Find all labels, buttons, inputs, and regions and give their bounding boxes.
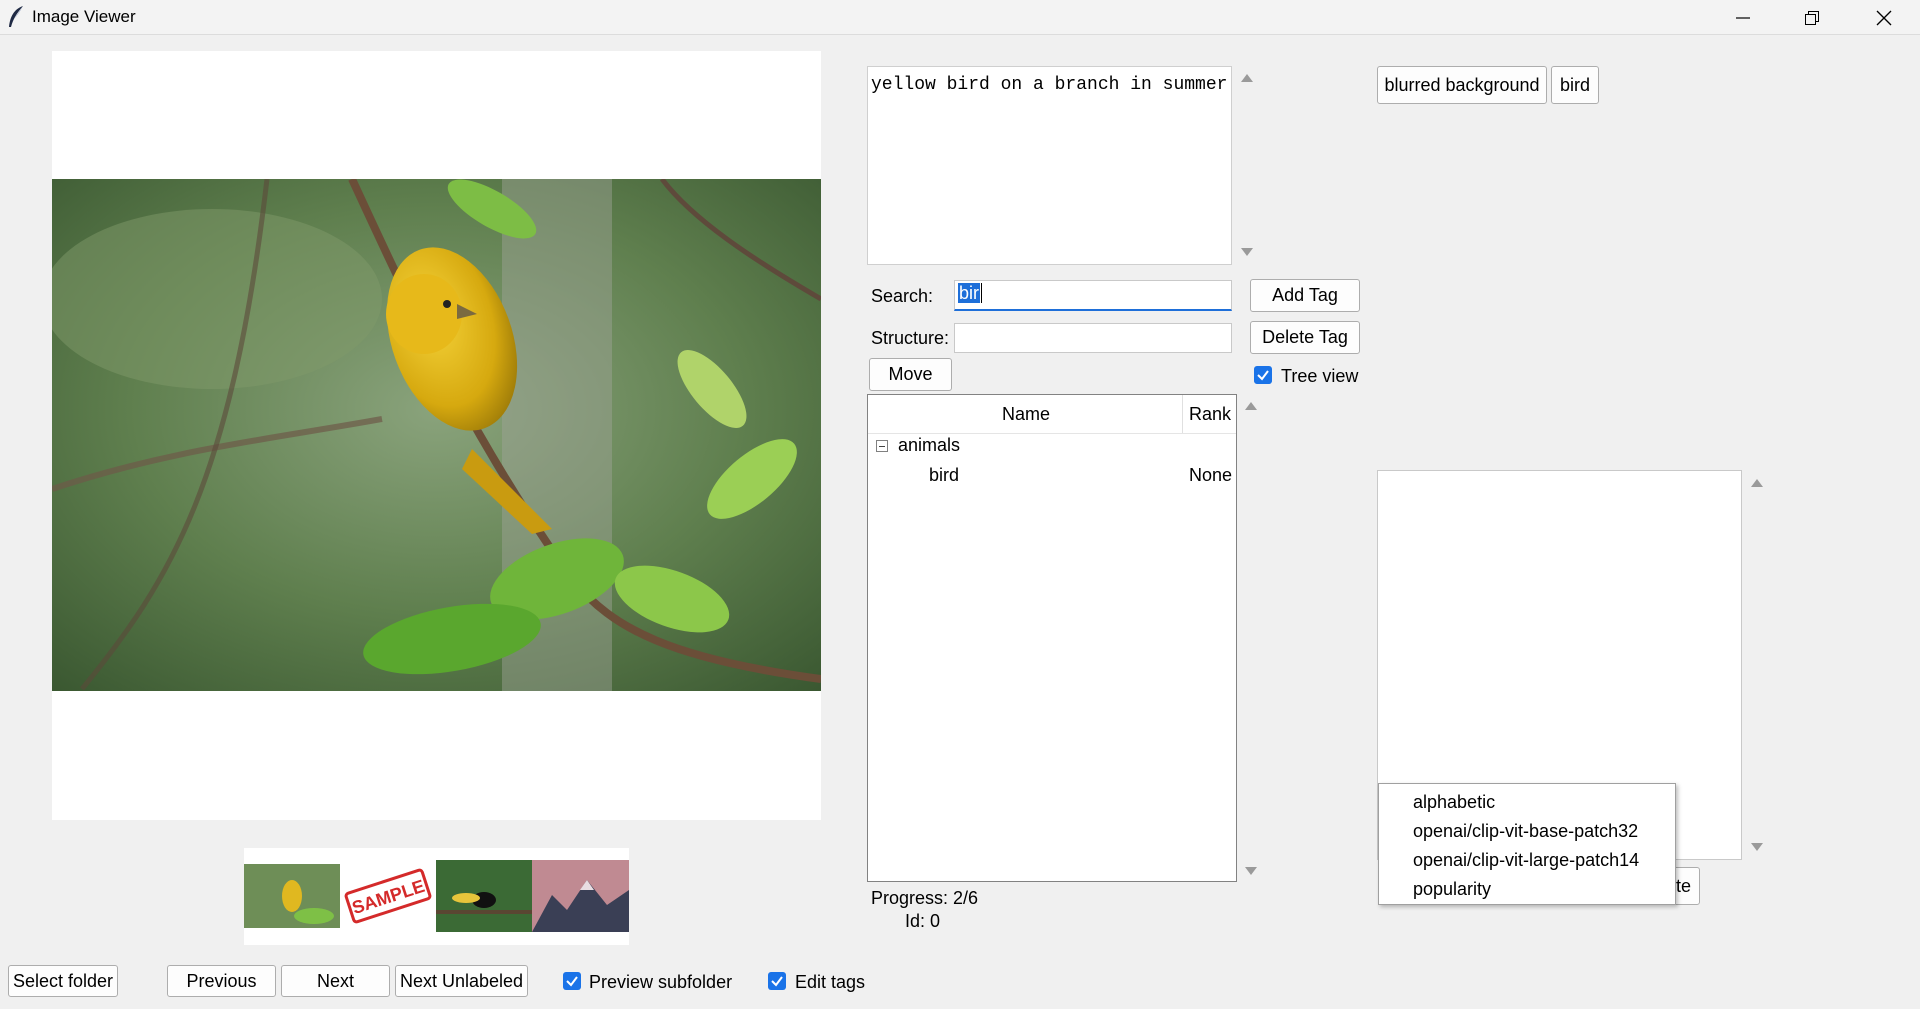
edit-tags-label: Edit tags (795, 972, 866, 992)
structure-label: Structure: (871, 328, 950, 348)
dropdown-item-clip-base[interactable]: openai/clip-vit-base-patch32 (1413, 821, 1638, 842)
tree-view-checkbox[interactable] (1254, 366, 1272, 384)
search-input-value: bir (958, 283, 981, 303)
column-header-name[interactable]: Name (1002, 404, 1050, 425)
thumbnail-strip: SAMPLE (244, 848, 629, 945)
tree-view-label: Tree view (1281, 366, 1359, 386)
search-input[interactable]: bir (954, 280, 1232, 311)
preview-subfolder-checkbox[interactable] (563, 972, 581, 990)
delete-tag-button[interactable]: Delete Tag (1250, 321, 1360, 354)
tag-tree[interactable]: Name Rank animals bird None (867, 394, 1237, 882)
id-text: Id: 0 (905, 911, 941, 931)
description-textarea[interactable]: yellow bird on a branch in summer (867, 66, 1232, 265)
tree-row-animals[interactable]: animals (898, 435, 960, 456)
tree-row-bird[interactable]: bird (929, 465, 959, 486)
edit-tags-checkbox[interactable] (768, 972, 786, 990)
hidden-button-label: te (1675, 875, 1691, 896)
column-header-rank[interactable]: Rank (1189, 404, 1231, 425)
suggest-scroll-up-icon[interactable] (1751, 479, 1763, 487)
sort-dropdown-menu[interactable]: alphabetic openai/clip-vit-base-patch32 … (1378, 783, 1676, 905)
structure-input[interactable] (954, 323, 1232, 353)
add-tag-button[interactable]: Add Tag (1250, 279, 1360, 312)
mountains-thumbnail[interactable] (532, 860, 629, 932)
scroll-down-icon[interactable] (1241, 248, 1253, 256)
feather-icon (6, 5, 28, 29)
previous-button[interactable]: Previous (167, 965, 276, 997)
dropdown-item-popularity[interactable]: popularity (1413, 879, 1491, 900)
suggest-scroll-down-icon[interactable] (1751, 843, 1763, 851)
search-label: Search: (871, 286, 934, 306)
preview-subfolder-label: Preview subfolder (589, 972, 733, 992)
window-title: Image Viewer (32, 7, 136, 26)
image-preview (52, 51, 821, 820)
tree-scroll-up-icon[interactable] (1245, 402, 1257, 410)
close-icon[interactable] (1850, 0, 1918, 35)
yellow-bird-thumbnail[interactable] (244, 864, 340, 928)
scroll-up-icon[interactable] (1241, 74, 1253, 82)
progress-text: Progress: 2/6 (871, 888, 979, 908)
toucan-thumbnail[interactable] (436, 860, 532, 932)
restore-icon[interactable] (1778, 0, 1846, 35)
select-folder-button[interactable]: Select folder (8, 965, 118, 997)
move-button[interactable]: Move (869, 358, 952, 391)
dropdown-item-alphabetic[interactable]: alphabetic (1413, 792, 1495, 813)
dropdown-item-clip-large[interactable]: openai/clip-vit-large-patch14 (1413, 850, 1639, 871)
tree-header: Name Rank (868, 395, 1236, 434)
collapse-icon[interactable] (876, 440, 888, 452)
tree-scroll-down-icon[interactable] (1245, 867, 1257, 875)
sample-stamp-thumbnail[interactable]: SAMPLE (340, 856, 436, 936)
tag-chip-bird[interactable]: bird (1551, 66, 1599, 104)
next-unlabeled-button[interactable]: Next Unlabeled (395, 965, 528, 997)
next-button[interactable]: Next (281, 965, 390, 997)
tag-chip-blurred-background[interactable]: blurred background (1377, 66, 1547, 104)
tree-row-bird-rank: None (1189, 465, 1233, 485)
title-bar: Image Viewer (0, 0, 1920, 35)
minimize-icon[interactable] (1709, 0, 1777, 35)
bird-photo (52, 179, 821, 691)
